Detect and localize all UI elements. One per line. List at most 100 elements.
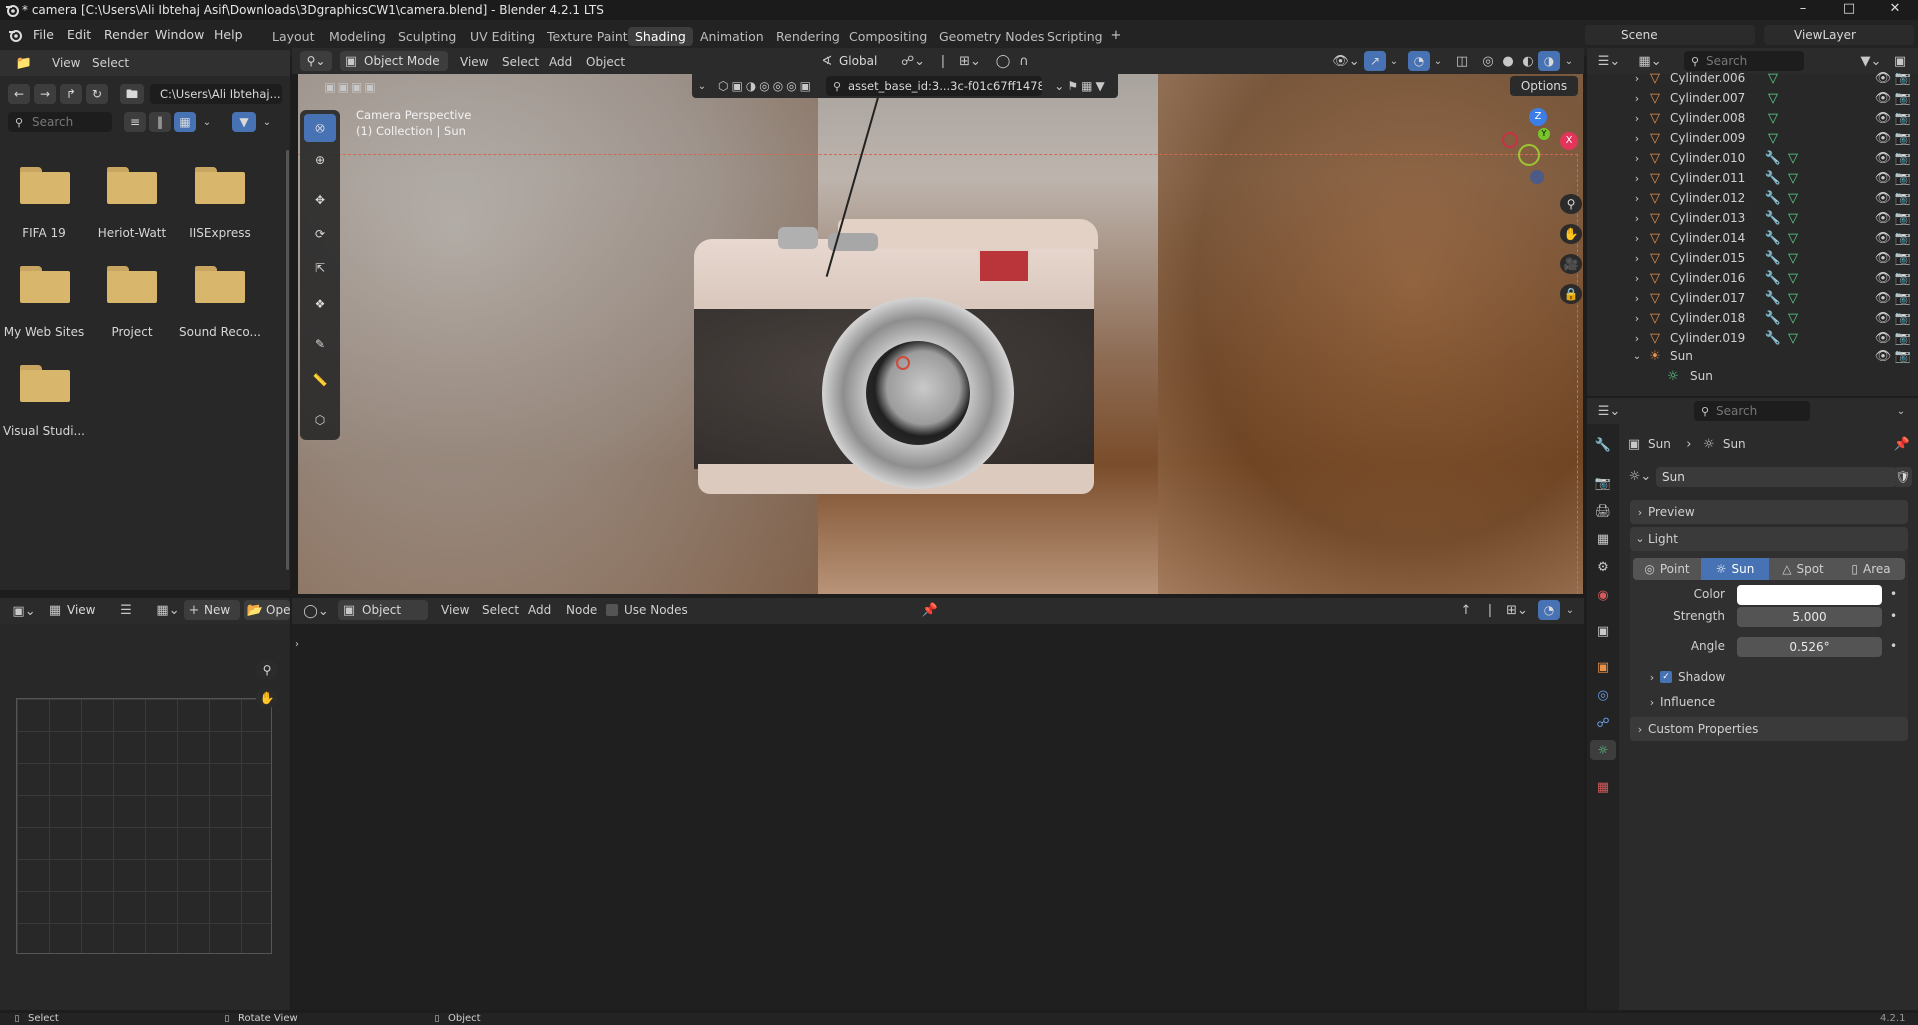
- keyframe-dot-icon[interactable]: •: [1890, 639, 1897, 653]
- add-cube-tool[interactable]: ⬡: [304, 406, 336, 434]
- camera-view-icon[interactable]: 🎥: [1560, 254, 1582, 274]
- tab-sculpting[interactable]: Sculpting: [391, 27, 463, 46]
- render-camera-icon[interactable]: 📷: [1895, 348, 1911, 364]
- expand-chevron-icon[interactable]: ›: [1631, 170, 1643, 186]
- tab-scripting[interactable]: Scripting: [1040, 27, 1110, 46]
- render-camera-icon[interactable]: 📷: [1895, 90, 1911, 106]
- color-swatch[interactable]: [1737, 585, 1882, 605]
- add-workspace-icon[interactable]: +: [1108, 27, 1124, 43]
- render-camera-icon[interactable]: 📷: [1895, 330, 1911, 346]
- select-box-tool[interactable]: ⭙: [304, 114, 336, 142]
- outliner-item-label[interactable]: Sun: [1690, 369, 1713, 383]
- folder-name[interactable]: Project: [88, 325, 176, 339]
- node-editor-panel[interactable]: [292, 598, 1584, 1010]
- subsection-influence[interactable]: › Influence: [1642, 692, 1904, 712]
- expand-chevron-icon[interactable]: ›: [1631, 90, 1643, 106]
- render-camera-icon[interactable]: 📷: [1895, 270, 1911, 286]
- section-preview[interactable]: › Preview: [1630, 500, 1908, 524]
- expand-chevron-icon[interactable]: ›: [1631, 290, 1643, 306]
- outliner-filter-icon[interactable]: ▼⌄: [1858, 53, 1884, 69]
- view-layer-selector[interactable]: ViewLayer: [1764, 25, 1914, 45]
- move-tool[interactable]: ✥: [304, 186, 336, 214]
- folder-name[interactable]: Heriot-Watt: [88, 226, 176, 240]
- visibility-eye-icon[interactable]: 👁: [1875, 270, 1892, 286]
- collapse-arrow-icon[interactable]: ⌄: [696, 78, 708, 94]
- filter-button[interactable]: ▼: [232, 112, 256, 132]
- gizmo-center-icon[interactable]: [1518, 144, 1540, 166]
- mesh-data-icon[interactable]: ▽: [1785, 310, 1801, 326]
- outliner-item-label[interactable]: Cylinder.010: [1670, 151, 1745, 165]
- viewport-editor-type[interactable]: ⚲⌄: [300, 51, 332, 71]
- nav-gizmo[interactable]: Z Y X: [1496, 108, 1580, 188]
- tab-uv-editing[interactable]: UV Editing: [463, 27, 542, 46]
- output-tab-icon[interactable]: 🖨: [1594, 502, 1612, 520]
- 3d-viewport[interactable]: Camera Perspective (1) Collection | Sun …: [298, 74, 1583, 594]
- mesh-data-icon[interactable]: ▽: [1785, 150, 1801, 166]
- mesh-data-icon[interactable]: ▽: [1785, 290, 1801, 306]
- node-menu-select[interactable]: Select: [482, 603, 519, 617]
- minimize-button[interactable]: –: [1780, 0, 1826, 20]
- annotate-tool[interactable]: ✎: [304, 330, 336, 358]
- light-type-point[interactable]: ◎ Point: [1633, 558, 1701, 580]
- mesh-data-icon[interactable]: ▽: [1785, 330, 1801, 346]
- mesh-data-icon[interactable]: ▽: [1765, 110, 1781, 126]
- overlay-dropdown-icon[interactable]: ⌄: [1432, 53, 1444, 69]
- expand-chevron-icon[interactable]: ›: [1631, 230, 1643, 246]
- expand-chevron-icon[interactable]: ›: [1631, 190, 1643, 206]
- use-nodes-checkbox[interactable]: [606, 604, 618, 616]
- menu-help[interactable]: Help: [214, 27, 243, 42]
- node-menu-view[interactable]: View: [441, 603, 469, 617]
- use-nodes-label[interactable]: Use Nodes: [624, 603, 688, 617]
- outliner-row[interactable]: › ▽ Cylinder.011 🔧 ▽ 👁 📷: [1595, 168, 1913, 188]
- mesh-data-icon[interactable]: ▽: [1785, 190, 1801, 206]
- editor-type-icon[interactable]: 📁: [10, 53, 38, 73]
- light-type-spot[interactable]: △ Spot: [1769, 558, 1837, 580]
- outliner-row[interactable]: › ▽ Cylinder.014 🔧 ▽ 👁 📷: [1595, 228, 1913, 248]
- menu-render[interactable]: Render: [104, 27, 149, 42]
- display-vertical-list-button[interactable]: ≡: [124, 112, 146, 132]
- parent-node-tree-icon[interactable]: ↑: [1458, 602, 1474, 618]
- visibility-eye-icon[interactable]: 👁: [1875, 330, 1892, 346]
- collection-tab-icon[interactable]: ▣: [1594, 622, 1612, 640]
- outliner-row[interactable]: › ▽ Cylinder.007 ▽ 👁 📷: [1595, 88, 1913, 108]
- render-tab-icon[interactable]: 📷: [1594, 474, 1612, 492]
- datablock-name-field[interactable]: Sun: [1656, 467, 1896, 487]
- snap-icon[interactable]: ❘: [935, 53, 951, 69]
- hamburger-menu-icon[interactable]: ☰: [118, 602, 134, 618]
- light-type-area[interactable]: ▯ Area: [1837, 558, 1905, 580]
- node-snap-target-icon[interactable]: ⊞⌄: [1504, 602, 1530, 618]
- tab-geometry-nodes[interactable]: Geometry Nodes: [932, 27, 1051, 46]
- sun-light-marker[interactable]: [896, 356, 910, 370]
- mesh-data-icon[interactable]: ▽: [1785, 230, 1801, 246]
- folder-icon[interactable]: [107, 266, 157, 303]
- viewport-menu-object[interactable]: Object: [586, 55, 625, 69]
- modifier-wrench-icon[interactable]: 🔧: [1765, 150, 1781, 166]
- options-button[interactable]: Options: [1510, 76, 1578, 96]
- back-button[interactable]: ←: [8, 84, 30, 104]
- properties-type-icon[interactable]: ☰⌄: [1595, 401, 1623, 421]
- image-browse-icon[interactable]: ▦⌄: [154, 602, 182, 618]
- folder-icon[interactable]: [107, 167, 157, 204]
- visibility-eye-icon[interactable]: 👁: [1875, 110, 1892, 126]
- modifier-wrench-icon[interactable]: 🔧: [1765, 310, 1781, 326]
- fake-user-shield-icon[interactable]: 🛡: [1894, 467, 1912, 487]
- node-menu-node[interactable]: Node: [566, 603, 597, 617]
- outliner-row[interactable]: › ▽ Cylinder.016 🔧 ▽ 👁 📷: [1595, 268, 1913, 288]
- folder-icon[interactable]: [20, 365, 70, 402]
- wireframe-shading-icon[interactable]: ◎: [1480, 53, 1496, 69]
- visibility-icon[interactable]: 👁⌄: [1332, 53, 1360, 69]
- visibility-eye-icon[interactable]: 👁: [1875, 230, 1892, 246]
- tab-shading[interactable]: Shading: [628, 27, 693, 46]
- outliner-item-label[interactable]: Cylinder.013: [1670, 211, 1745, 225]
- node-editor-type-icon[interactable]: ◯⌄: [302, 601, 330, 621]
- outliner-item-label[interactable]: Cylinder.017: [1670, 291, 1745, 305]
- outliner-item-label[interactable]: Cylinder.018: [1670, 311, 1745, 325]
- outliner-row[interactable]: › ▽ Cylinder.010 🔧 ▽ 👁 📷: [1595, 148, 1913, 168]
- object-tab-icon[interactable]: ▣: [1594, 658, 1612, 676]
- file-menu-select[interactable]: Select: [92, 56, 129, 70]
- mesh-data-icon[interactable]: ▽: [1785, 250, 1801, 266]
- outliner-item-label[interactable]: Cylinder.006: [1670, 71, 1745, 85]
- blender-menu-icon[interactable]: [6, 27, 24, 43]
- render-camera-icon[interactable]: 📷: [1895, 230, 1911, 246]
- rendered-shading-button[interactable]: ◑: [1538, 51, 1560, 71]
